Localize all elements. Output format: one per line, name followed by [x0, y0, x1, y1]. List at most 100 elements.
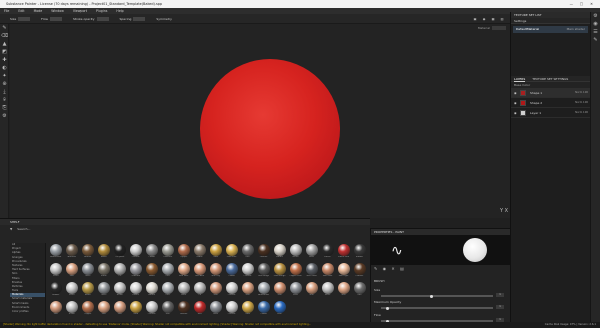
material-thumbnail[interactable]: Plastic	[320, 243, 336, 262]
stroke-opacity-control[interactable]: Stroke opacity	[73, 14, 109, 24]
menu-file[interactable]: File	[4, 9, 9, 13]
size-value[interactable]: 1	[496, 293, 504, 297]
filter-icon[interactable]: ▼	[10, 227, 12, 231]
polygon-fill-icon[interactable]: ◩	[0, 48, 9, 56]
material-thumbnail[interactable]: Marble	[144, 281, 160, 300]
material-thumbnail[interactable]: Bronze	[80, 243, 96, 262]
bake-icon[interactable]: ⤓	[0, 88, 9, 96]
material-thumbnail[interactable]: Skin	[272, 281, 288, 300]
texture-set-icon[interactable]: ⚙	[591, 12, 600, 20]
material-thumbnail[interactable]: Leather	[352, 262, 368, 281]
mesh-sphere[interactable]	[200, 59, 340, 199]
material-thumbnail[interactable]: Chrome	[144, 300, 160, 319]
material-thumbnail[interactable]: Car paint	[112, 243, 128, 262]
material-thumbnail[interactable]: Steel	[288, 281, 304, 300]
material-thumbnail[interactable]: Steel	[96, 281, 112, 300]
material-thumbnail[interactable]: Marble	[272, 243, 288, 262]
material-thumbnail[interactable]: Chrome	[240, 262, 256, 281]
material-thumbnail[interactable]: Cobalt	[224, 262, 240, 281]
spacing-control[interactable]: Spacing	[119, 14, 146, 24]
material-thumbnail[interactable]: Tin	[192, 281, 208, 300]
material-thumbnail[interactable]: Copper	[80, 300, 96, 319]
material-thumbnail[interactable]: Leather	[256, 243, 272, 262]
menu-window[interactable]: Window	[51, 9, 64, 13]
material-thumbnail[interactable]: Plastic	[128, 281, 144, 300]
iray-icon[interactable]: ⌾	[0, 96, 9, 104]
menu-edit[interactable]: Edit	[18, 9, 24, 13]
material-thumbnail[interactable]: Cobalt	[256, 300, 272, 319]
display-settings-icon[interactable]: ◉	[591, 20, 600, 28]
material-thumbnail[interactable]: Skin Arm	[192, 262, 208, 281]
camera-icon[interactable]: ▣	[472, 14, 478, 24]
size-slider-knob[interactable]	[430, 294, 434, 298]
material-thumbnail[interactable]: Gold	[240, 300, 256, 319]
material-thumbnail[interactable]: Steel Dark	[304, 262, 320, 281]
material-thumbnail[interactable]: Gold Rough	[272, 262, 288, 281]
paint-tool-icon[interactable]: ✎	[0, 24, 9, 32]
material-thumbnail[interactable]: Silver	[48, 262, 64, 281]
close-button[interactable]: ✕	[587, 0, 596, 8]
material-thumbnail[interactable]: Aluminium	[48, 243, 64, 262]
shelf-category-item[interactable]: Color profiles	[10, 310, 45, 314]
material-thumbnail[interactable]: Aluminium	[256, 281, 272, 300]
material-thumbnail[interactable]: Steel	[80, 262, 96, 281]
material-thumbnail[interactable]: Tin	[112, 262, 128, 281]
settings-icon[interactable]: ⚙	[0, 112, 9, 120]
screenshot-icon[interactable]: ◉	[481, 14, 487, 24]
properties-icon[interactable]: ✎	[591, 36, 600, 44]
material-thumbnail[interactable]: Skin Dark	[320, 262, 336, 281]
layer-row[interactable]: ◉ Layer 1 Norm 100	[511, 108, 591, 118]
material-thumbnail[interactable]: Paint	[304, 243, 320, 262]
3d-viewport[interactable]: Material Y X	[10, 24, 510, 218]
layer-row[interactable]: ◉ Shape 1 Norm 100	[511, 88, 591, 98]
smudge-tool-icon[interactable]: ✚	[0, 56, 9, 64]
layers-icon[interactable]: ☰	[591, 28, 600, 36]
material-thumbnail[interactable]: Nickel	[64, 300, 80, 319]
material-thumbnail[interactable]: Skin	[240, 281, 256, 300]
alpha-tool-icon[interactable]: ◉	[383, 266, 387, 271]
menu-viewport[interactable]: Viewport	[73, 9, 87, 13]
visibility-icon[interactable]: ◉	[514, 88, 519, 98]
size-slider[interactable]	[381, 294, 493, 298]
material-thumbnail[interactable]: Zinc	[160, 262, 176, 281]
material-thumbnail[interactable]: Paint	[176, 281, 192, 300]
material-thumbnail[interactable]: Skin Light	[336, 262, 352, 281]
opacity-slider-knob[interactable]	[386, 306, 390, 310]
split-view-icon[interactable]: ▥	[499, 14, 505, 24]
material-thumbnail[interactable]: Copper Pure	[288, 262, 304, 281]
texture-set-row[interactable]: DefaultMaterial Main shader	[513, 26, 588, 33]
size-control[interactable]: Size	[10, 14, 31, 24]
material-thumbnail[interactable]: Skin	[304, 281, 320, 300]
layer-row[interactable]: ◉ Shape 2 Norm 100	[511, 98, 591, 108]
tab-texture-set-settings[interactable]: TEXTURE SET SETTINGS	[532, 77, 568, 81]
particle-tool-icon[interactable]: ⊕	[0, 80, 9, 88]
menu-mode[interactable]: Mode	[34, 9, 43, 13]
material-thumbnail[interactable]: Chrome	[224, 281, 240, 300]
material-thumbnail[interactable]: Iron	[240, 243, 256, 262]
material-icon[interactable]: ▤	[400, 266, 404, 271]
shader-dropdown[interactable]: Main shader	[567, 26, 585, 33]
material-thumbnail[interactable]: Rubber	[48, 281, 64, 300]
material-thumbnail[interactable]: Skin Leg	[208, 262, 224, 281]
material-thumbnail[interactable]: Skin	[208, 281, 224, 300]
material-thumbnail[interactable]: Titanium	[128, 262, 144, 281]
clone-tool-icon[interactable]: ◐	[0, 64, 9, 72]
material-thumbnail[interactable]: Plastic Red	[336, 243, 352, 262]
material-thumbnail[interactable]: Artificial	[64, 243, 80, 262]
material-thumbnail[interactable]: Skin Face	[176, 262, 192, 281]
material-thumbnail[interactable]: Steel	[208, 300, 224, 319]
brush-tool-icon[interactable]: ✎	[374, 266, 377, 271]
opacity-slider[interactable]	[381, 306, 493, 310]
material-thumbnail[interactable]: Iron Rough	[256, 262, 272, 281]
material-thumbnail[interactable]: Wood	[144, 262, 160, 281]
settings-dropdown[interactable]: Settings	[514, 19, 526, 23]
material-thumbnail[interactable]: Stone	[96, 262, 112, 281]
material-thumbnail[interactable]: Silver	[64, 281, 80, 300]
menu-plugins[interactable]: Plugins	[96, 9, 107, 13]
material-thumbnail[interactable]: Brass	[80, 281, 96, 300]
material-thumbnail[interactable]: Nickel	[288, 243, 304, 262]
material-thumbnail[interactable]: Blue	[272, 300, 288, 319]
opacity-value[interactable]: 1	[496, 305, 504, 309]
shelf-search[interactable]: Search...	[17, 227, 30, 231]
material-thumbnail[interactable]: Skin	[96, 300, 112, 319]
